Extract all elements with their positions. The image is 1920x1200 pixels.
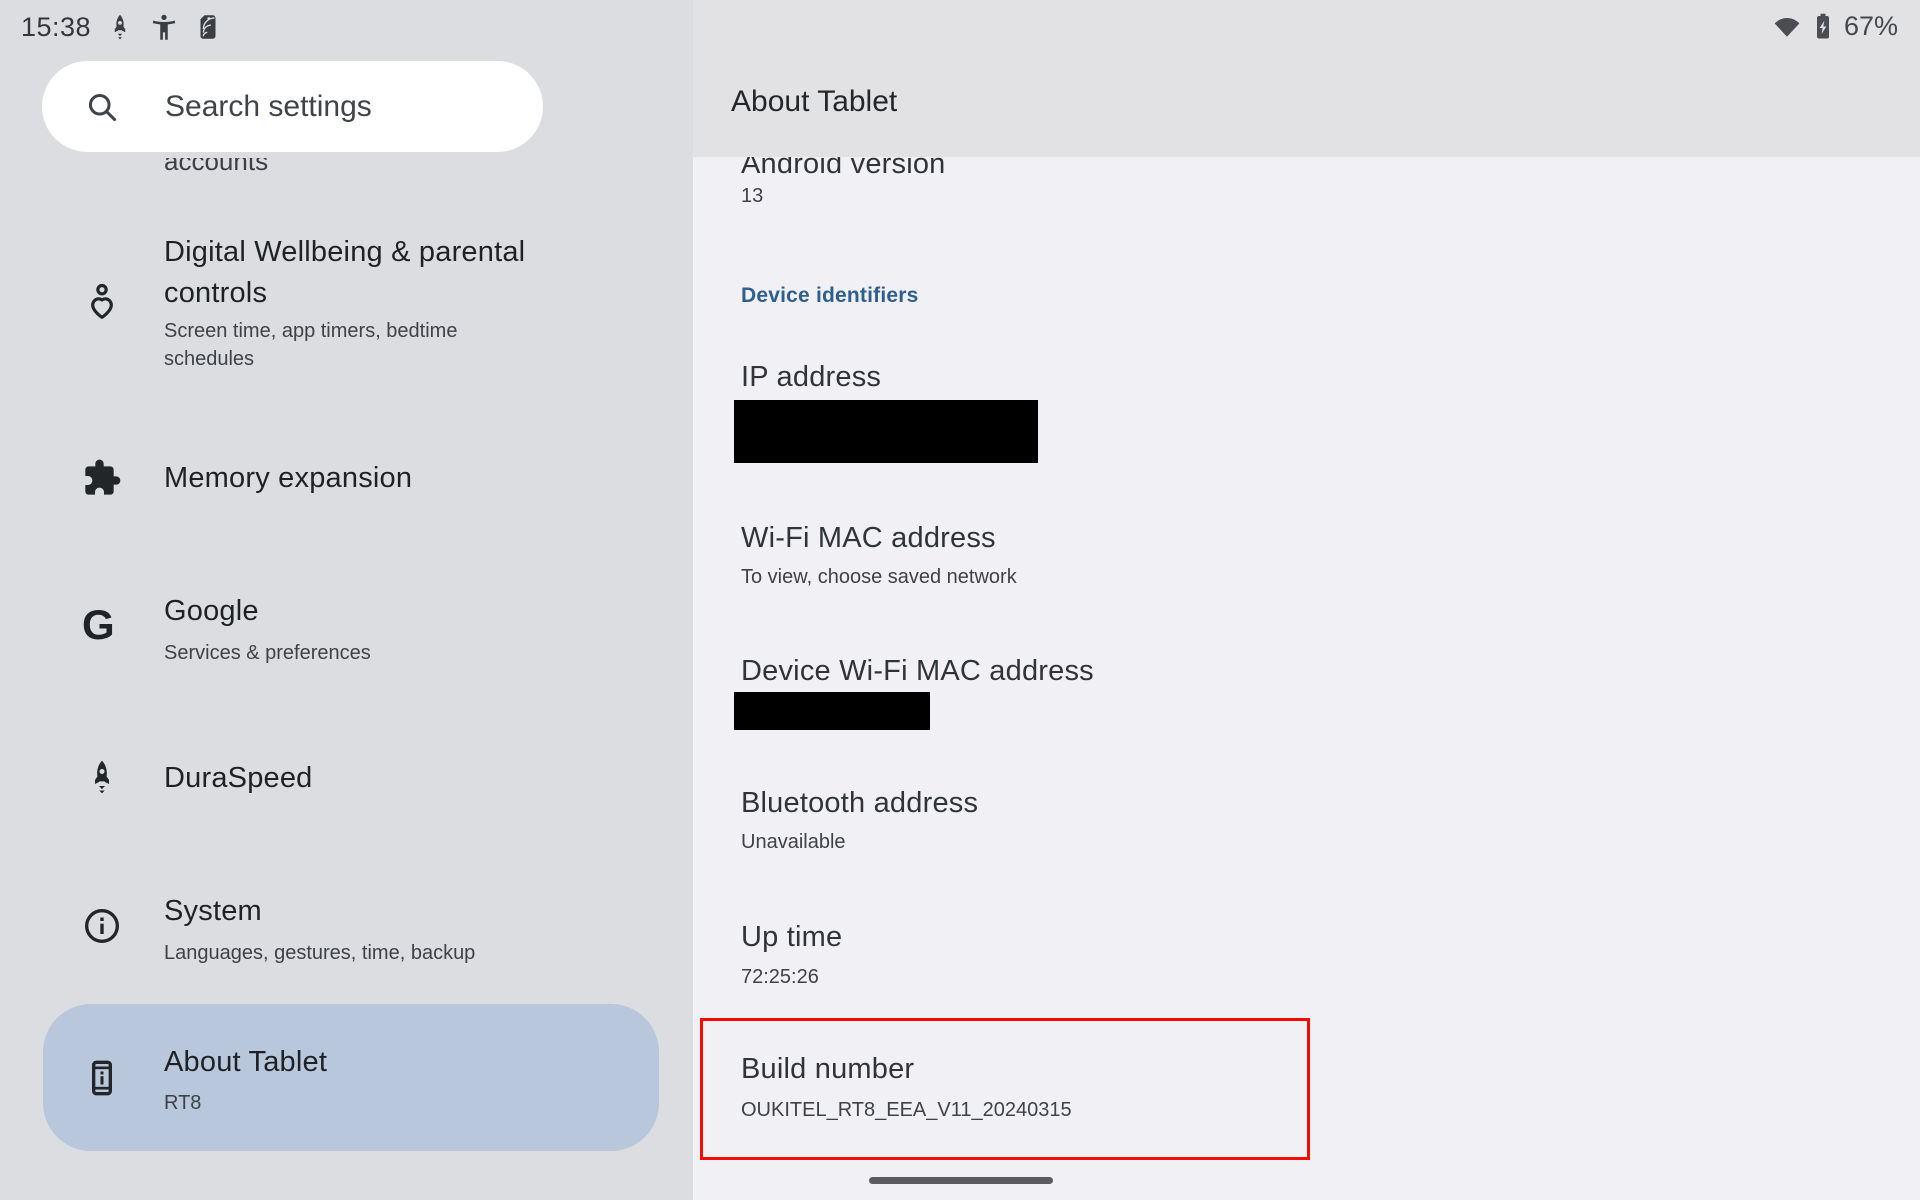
sidebar-item-title: Memory expansion [164,462,413,494]
nfc-tag-icon [200,15,216,39]
tablet-icon [92,1060,112,1096]
search-placeholder: Search settings [165,89,372,123]
about-tablet-content: Android version 13 Device identifiers IP… [693,157,1920,1200]
sidebar-item-subtitle: Languages, gestures, time, backup [164,942,476,964]
sidebar-item-subtitle: Services & preferences [164,642,371,664]
sidebar-item-about-tablet[interactable]: About Tablet RT8 [43,1004,659,1151]
clipped-accounts-text[interactable]: accounts [164,158,268,177]
sidebar-item-system[interactable]: System Languages, gestures, time, backup [0,872,693,982]
page-title: About Tablet [731,85,898,118]
sidebar-item-subtitle: RT8 [164,1092,202,1114]
device-identifiers-section-label: Device identifiers [741,284,919,307]
up-time-value: 72:25:26 [741,966,819,988]
status-bar-left: 15:38 [21,10,223,44]
sidebar-item-subtitle: Screen time, app timers, bedtime schedul… [164,320,458,370]
settings-app: 15:38 Search settings accounts Digital W… [0,0,1920,1200]
search-icon [88,93,117,121]
ip-address-redacted-value [734,400,1038,463]
info-icon [85,909,119,943]
wifi-mac-address-value: To view, choose saved network [741,566,1017,588]
bluetooth-address-value: Unavailable [741,831,846,853]
device-wifi-mac-redacted-value [734,692,930,730]
android-version-value: 13 [741,185,764,207]
digital-wellbeing-icon [91,283,113,319]
navigation-handle[interactable] [869,1177,1053,1184]
sidebar-item-title: Google [164,595,259,627]
about-tablet-panel: About Tablet 67% Android version 13 Devi… [693,0,1920,1200]
panel-header: About Tablet 67% [693,0,1920,157]
status-bar-right: 67% [1772,8,1898,44]
sidebar-item-title: About Tablet [164,1046,328,1078]
rocket-icon [95,760,109,794]
build-number-value: OUKITEL_RT8_EEA_V11_20240315 [741,1099,1072,1121]
sidebar-item-title: DuraSpeed [164,762,313,794]
up-time-label[interactable]: Up time [741,920,842,954]
bluetooth-address-label[interactable]: Bluetooth address [741,786,978,820]
build-number-annotation-rectangle [700,1018,1310,1160]
sidebar-item-duraspeed[interactable]: DuraSpeed [0,738,693,818]
sidebar-item-title: System [164,895,262,927]
battery-percent: 67% [1843,10,1898,41]
wifi-icon [1774,18,1800,37]
battery-charging-icon [1816,13,1829,39]
ip-address-label[interactable]: IP address [741,360,881,394]
wifi-mac-address-label[interactable]: Wi-Fi MAC address [741,521,996,555]
google-g-icon: G [82,601,115,648]
build-number-label[interactable]: Build number [741,1052,914,1086]
android-version-label[interactable]: Android version [741,157,946,181]
puzzle-icon [85,459,121,495]
sidebar-item-digital-wellbeing[interactable]: Digital Wellbeing & parental controls Sc… [0,212,693,392]
sidebar-item-memory-expansion[interactable]: Memory expansion [0,438,693,518]
sidebar-item-title: Digital Wellbeing & parental controls [164,236,526,309]
scrolled-item-clip: accounts [0,158,693,194]
sidebar-item-google[interactable]: G Google Services & preferences [0,572,693,682]
status-time: 15:38 [21,11,92,42]
accessibility-icon [152,14,176,40]
device-wifi-mac-address-label[interactable]: Device Wi-Fi MAC address [741,654,1094,688]
settings-sidebar: 15:38 Search settings accounts Digital W… [0,0,693,1200]
search-settings-bar[interactable]: Search settings [42,61,543,152]
rocket-icon [114,14,126,40]
